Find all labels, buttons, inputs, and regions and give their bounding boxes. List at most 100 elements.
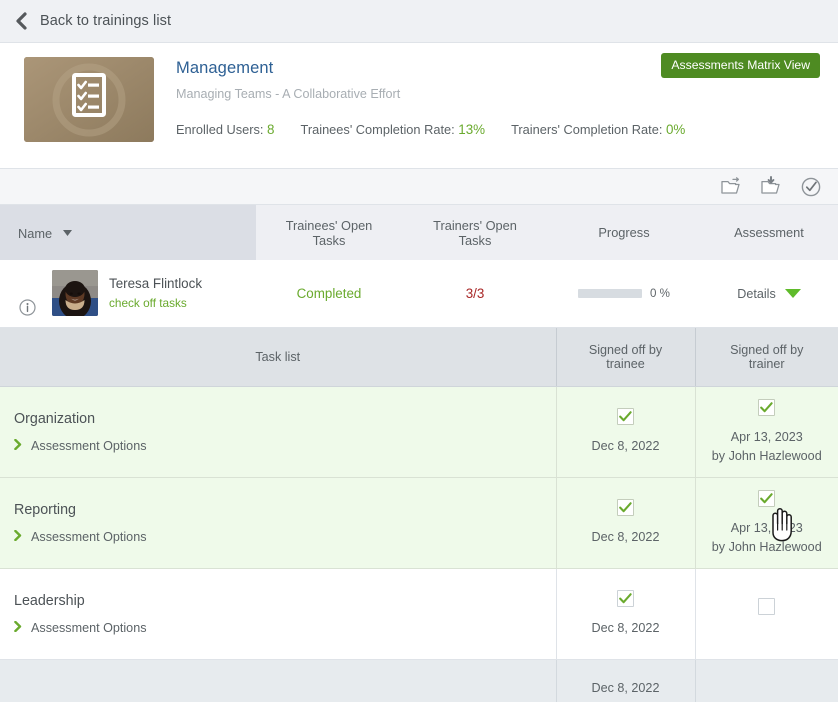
trainee-signoff-cell: Dec 8, 2022 <box>556 478 695 569</box>
trainees-table: Name Trainees' Open Tasks Trainers' Open… <box>0 205 838 328</box>
header-line-1: Signed off by <box>700 343 835 357</box>
table-header-row: Name Trainees' Open Tasks Trainers' Open… <box>0 205 838 260</box>
assessment-options-toggle[interactable]: Assessment Options <box>14 439 556 453</box>
table-row: Leadership Assessment Options Dec 8, 202… <box>0 569 838 660</box>
assessment-options-label: Assessment Options <box>31 439 147 453</box>
stat-label: Trainees' Completion Rate: <box>301 122 455 137</box>
total-trainer-date <box>695 660 838 702</box>
trainer-signoff-checkbox[interactable] <box>758 399 775 416</box>
column-header-task-list: Task list <box>0 328 556 387</box>
stat-trainers-completion: Trainers' Completion Rate: 0% <box>511 122 685 137</box>
details-dropdown[interactable]: Details <box>737 287 801 301</box>
table-row: Reporting Assessment Options Dec 8, 2022 <box>0 478 838 569</box>
header-line-2: trainer <box>700 357 835 371</box>
total-trainee-date: Dec 8, 2022 <box>556 660 695 702</box>
column-header-assessment[interactable]: Assessment <box>700 205 838 260</box>
assessment-options-toggle[interactable]: Assessment Options <box>14 621 556 635</box>
chevron-right-icon <box>14 530 22 544</box>
task-name-cell: Organization Assessment Options <box>0 387 556 478</box>
training-header: Management Managing Teams - A Collaborat… <box>0 43 838 169</box>
check-off-tasks-link[interactable]: check off tasks <box>109 296 202 310</box>
trainer-signoff-cell: Apr 13, 2023 by John Hazlewood <box>695 478 838 569</box>
trainee-signoff-checkbox[interactable] <box>617 499 634 516</box>
task-name-cell: Leadership Assessment Options <box>0 569 556 660</box>
trainer-signoff-checkbox[interactable] <box>758 598 775 615</box>
table-toolbar <box>0 169 838 205</box>
triangle-down-icon <box>785 289 801 298</box>
stat-label: Trainers' Completion Rate: <box>511 122 662 137</box>
user-text: Teresa Flintlock check off tasks <box>109 276 202 310</box>
trainer-signoff-cell <box>695 569 838 660</box>
trainer-signoff-date: Apr 13, 2023 by John Hazlewood <box>696 428 838 465</box>
signoff-date-value: Apr 13, 2023 <box>731 430 803 444</box>
trainer-signoff-date: Apr 13, 2023 by John Hazlewood <box>696 519 838 556</box>
details-label: Details <box>737 287 776 301</box>
progress-indicator: 0 % <box>548 287 700 300</box>
task-title: Reporting <box>14 502 556 518</box>
task-list-header-row: Task list Signed off by trainee Signed o… <box>0 328 838 387</box>
assessments-matrix-view-button[interactable]: Assessments Matrix View <box>661 53 820 78</box>
chevron-left-icon <box>14 12 28 30</box>
progress-bar <box>578 289 642 298</box>
stat-value: 0% <box>666 122 685 137</box>
task-list-table: Task list Signed off by trainee Signed o… <box>0 328 838 702</box>
sort-caret-down-icon <box>63 224 72 239</box>
header-line-1: Trainees' Open <box>262 218 396 233</box>
assessment-options-toggle[interactable]: Assessment Options <box>14 530 556 544</box>
user-name: Teresa Flintlock <box>109 276 202 293</box>
column-header-trainees-open-tasks[interactable]: Trainees' Open Tasks <box>256 205 402 260</box>
chevron-right-icon <box>14 621 22 635</box>
column-header-name[interactable]: Name <box>0 205 256 260</box>
stat-enrolled-users: Enrolled Users: 8 <box>176 122 275 137</box>
header-line-2: Tasks <box>262 233 396 248</box>
info-circle-icon[interactable] <box>19 299 36 319</box>
column-header-trainers-open-tasks[interactable]: Trainers' Open Tasks <box>402 205 548 260</box>
training-detail-page: Back to trainings list <box>0 0 838 702</box>
training-subtitle: Managing Teams - A Collaborative Effort <box>176 87 824 101</box>
progress-percent-label: 0 % <box>650 287 670 300</box>
table-row: Teresa Flintlock check off tasks Complet… <box>0 260 838 327</box>
stat-value: 13% <box>458 122 485 137</box>
column-header-signed-off-by-trainee: Signed off by trainee <box>556 328 695 387</box>
assessment-options-label: Assessment Options <box>31 530 147 544</box>
stat-label: Enrolled Users: <box>176 122 263 137</box>
signoff-date-value: Apr 13, 2023 <box>731 521 803 535</box>
trainee-signoff-checkbox[interactable] <box>617 590 634 607</box>
training-thumbnail[interactable] <box>24 57 154 142</box>
trainee-signoff-cell: Dec 8, 2022 <box>556 387 695 478</box>
total-empty-cell <box>0 660 556 702</box>
trainees-open-tasks-value: Completed <box>297 286 362 301</box>
signoff-by-value: by John Hazlewood <box>712 449 822 463</box>
table-row: Organization Assessment Options Dec 8, 2… <box>0 387 838 478</box>
user-name-cell: Teresa Flintlock check off tasks <box>0 260 256 327</box>
trainers-open-tasks-cell: 3/3 <box>402 260 548 327</box>
trainers-open-tasks-value: 3/3 <box>466 286 485 301</box>
back-label: Back to trainings list <box>40 13 171 29</box>
open-folder-icon[interactable] <box>720 176 742 198</box>
header-line-1: Trainers' Open <box>408 218 542 233</box>
trainee-signoff-checkbox[interactable] <box>617 408 634 425</box>
training-stats: Enrolled Users: 8 Trainees' Completion R… <box>176 122 824 137</box>
back-to-trainings-list-button[interactable]: Back to trainings list <box>0 0 838 43</box>
chevron-right-icon <box>14 439 22 453</box>
signoff-by-value: by John Hazlewood <box>712 540 822 554</box>
header-line-1: Signed off by <box>561 343 691 357</box>
trainee-signoff-date: Dec 8, 2022 <box>557 437 695 455</box>
header-line-2: Tasks <box>408 233 542 248</box>
training-title-link[interactable]: Management <box>176 59 273 78</box>
assessment-options-label: Assessment Options <box>31 621 147 635</box>
trainee-signoff-cell: Dec 8, 2022 <box>556 569 695 660</box>
column-header-progress[interactable]: Progress <box>548 205 700 260</box>
column-header-name-label: Name <box>18 226 52 241</box>
stat-value: 8 <box>267 122 274 137</box>
trainee-signoff-date: Dec 8, 2022 <box>557 528 695 546</box>
assessment-cell: Details <box>700 260 838 327</box>
avatar[interactable] <box>52 270 98 316</box>
check-circle-icon[interactable] <box>800 176 822 198</box>
folder-download-icon[interactable] <box>760 176 782 198</box>
task-list-total-row: Dec 8, 2022 <box>0 660 838 702</box>
trainer-signoff-cell: Apr 13, 2023 by John Hazlewood <box>695 387 838 478</box>
task-title: Organization <box>14 411 556 427</box>
trainer-signoff-checkbox[interactable] <box>758 490 775 507</box>
progress-cell: 0 % <box>548 260 700 327</box>
